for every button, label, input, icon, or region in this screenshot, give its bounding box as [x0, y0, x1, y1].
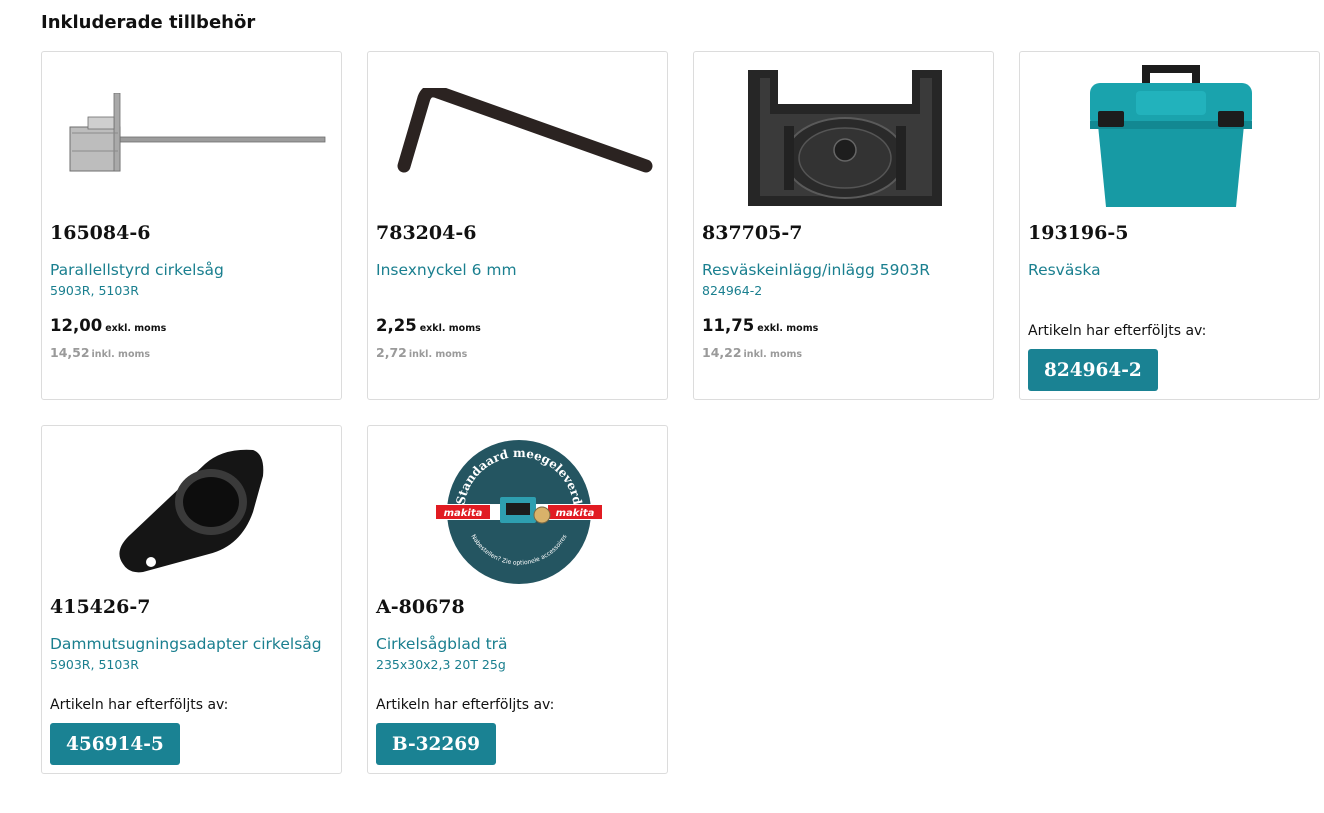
section-title: Inkluderade tillbehör [41, 12, 256, 33]
makita-logo-left: makita [443, 508, 482, 519]
price-incl: 14,22 inkl. moms [702, 345, 803, 360]
product-name-link[interactable]: Resväska [1028, 261, 1101, 279]
product-name-link[interactable]: Insexnyckel 6 mm [376, 261, 517, 279]
succeeded-text: Artikeln har efterföljts av: [1028, 323, 1207, 339]
makita-logo-right: makita [555, 508, 594, 519]
parallel-guide-image[interactable] [50, 58, 335, 218]
product-compat: 824964-2 [702, 283, 763, 298]
product-compat: 5903R, 5103R [50, 657, 139, 672]
product-name-link[interactable]: Dammutsugningsadapter cirkelsåg [50, 635, 322, 653]
product-card[interactable]: 193196-5 Resväska Artikeln har efterfölj… [1019, 51, 1320, 400]
carry-case-image[interactable] [1028, 58, 1313, 218]
price-incl: 14,52 inkl. moms [50, 345, 151, 360]
price-excl: 2,25 exkl. moms [376, 316, 481, 335]
product-compat: 235x30x2,3 20T 25g [376, 657, 506, 672]
product-sku: 415426-7 [50, 596, 151, 618]
succeeded-text: Artikeln har efterföljts av: [376, 697, 555, 713]
product-name-link[interactable]: Cirkelsågblad trä [376, 635, 508, 653]
price-excl: 12,00 exkl. moms [50, 316, 167, 335]
product-sku: 193196-5 [1028, 222, 1129, 244]
product-card[interactable]: Standaard meegeleverd Nabestellen? Zie o… [367, 425, 668, 774]
dust-adapter-image[interactable] [50, 432, 335, 592]
standard-badge-image[interactable]: Standaard meegeleverd Nabestellen? Zie o… [376, 432, 661, 592]
accessory-grid: 165084-6 Parallellstyrd cirkelsåg 5903R,… [41, 51, 1320, 774]
successor-button[interactable]: B-32269 [376, 723, 497, 765]
hex-key-image[interactable] [376, 58, 661, 218]
product-card[interactable]: 165084-6 Parallellstyrd cirkelsåg 5903R,… [41, 51, 342, 400]
price-incl: 2,72 inkl. moms [376, 345, 468, 360]
product-sku: A-80678 [376, 596, 465, 618]
product-card[interactable]: 415426-7 Dammutsugningsadapter cirkelsåg… [41, 425, 342, 774]
product-sku: 165084-6 [50, 222, 151, 244]
case-inlay-image[interactable] [702, 58, 987, 218]
product-card[interactable]: 837705-7 Resväskeinlägg/inlägg 5903R 824… [693, 51, 994, 400]
product-sku: 837705-7 [702, 222, 803, 244]
successor-button[interactable]: 456914-5 [50, 723, 180, 765]
price-excl: 11,75 exkl. moms [702, 316, 819, 335]
product-name-link[interactable]: Parallellstyrd cirkelsåg [50, 261, 224, 279]
product-card[interactable]: 783204-6 Insexnyckel 6 mm 2,25 exkl. moms… [367, 51, 668, 400]
successor-button[interactable]: 824964-2 [1028, 349, 1158, 391]
product-name-link[interactable]: Resväskeinlägg/inlägg 5903R [702, 261, 930, 279]
product-compat: 5903R, 5103R [50, 283, 139, 298]
product-sku: 783204-6 [376, 222, 477, 244]
succeeded-text: Artikeln har efterföljts av: [50, 697, 229, 713]
